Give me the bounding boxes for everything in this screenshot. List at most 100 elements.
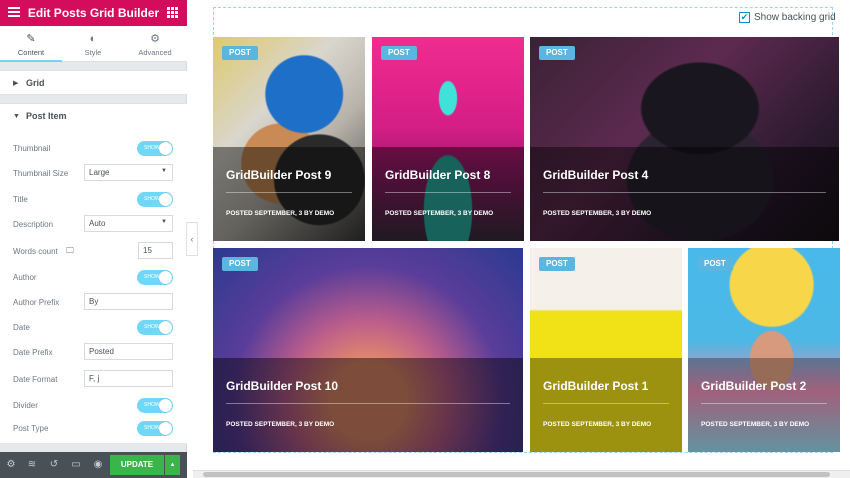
responsive-monitor-icon[interactable]: ▭ (70, 459, 82, 470)
show-backing-grid-checkbox[interactable]: ✔ (739, 12, 750, 23)
horizontal-scrollbar[interactable] (193, 470, 850, 478)
post-title[interactable]: GridBuilder Post 10 (226, 379, 338, 393)
preview-eye-icon[interactable]: ◉ (92, 459, 104, 470)
control-label: Author Prefix (13, 298, 60, 307)
post-divider (226, 192, 352, 193)
post-card[interactable]: POST GridBuilder Post 9 POSTED SEPTEMBER… (213, 37, 365, 241)
sidebar-header: Edit Posts Grid Builder (0, 0, 187, 26)
toggle-state: SHOW (144, 425, 160, 431)
tab-style-label: Style (84, 48, 102, 57)
date-format-input[interactable]: F, j (84, 370, 173, 387)
post-overlay (530, 147, 839, 241)
control-divider: Divider SHOW (0, 396, 187, 418)
tab-content[interactable]: ✎ Content (0, 26, 62, 62)
caret-down-icon: ▼ (13, 113, 20, 120)
section-post-item[interactable]: ▼ Post Item (0, 103, 187, 130)
caret-right-icon: ▶ (13, 80, 19, 87)
post-title[interactable]: GridBuilder Post 4 (543, 168, 648, 182)
section-post-item-title: Post Item (26, 111, 67, 121)
panel-footer: ⚙ ≋ ↺ ▭ ◉ UPDATE ▲ (0, 452, 187, 478)
contrast-icon: ◐ (89, 33, 97, 45)
tab-style[interactable]: ◐ Style (62, 26, 124, 62)
control-label: Title (13, 195, 28, 204)
panel-tabs: ✎ Content ◐ Style ⚙ Advanced (0, 26, 187, 62)
update-button[interactable]: UPDATE (110, 455, 164, 475)
post-type-toggle[interactable]: SHOW (137, 421, 173, 436)
tab-advanced[interactable]: ⚙ Advanced (124, 26, 186, 62)
control-date-prefix: Date Prefix Posted (0, 343, 187, 365)
control-label: Divider (13, 401, 38, 410)
post-card[interactable]: POST GridBuilder Post 1 POSTED SEPTEMBER… (530, 248, 682, 452)
post-overlay (213, 358, 523, 452)
tab-advanced-label: Advanced (138, 48, 172, 57)
author-prefix-input[interactable]: By (84, 293, 173, 310)
post-divider (226, 403, 510, 404)
post-title[interactable]: GridBuilder Post 2 (701, 379, 806, 393)
control-words-count: Words count 🖵 15 (0, 242, 187, 264)
post-card[interactable]: POST GridBuilder Post 4 POSTED SEPTEMBER… (530, 37, 839, 241)
post-badge[interactable]: POST (697, 257, 733, 271)
post-item-controls: Thumbnail SHOW Thumbnail Size Large ▼ Tit… (0, 130, 187, 443)
editor-app: Edit Posts Grid Builder ✎ Content ◐ Styl… (0, 0, 850, 478)
widgets-grid-icon[interactable] (167, 7, 178, 18)
post-overlay (213, 147, 365, 241)
monitor-icon[interactable]: 🖵 (66, 246, 74, 256)
post-overlay (688, 358, 840, 452)
show-backing-grid-label[interactable]: Show backing grid (754, 12, 836, 23)
date-toggle[interactable]: SHOW (137, 320, 173, 335)
control-label: Words count (13, 247, 58, 256)
layers-icon[interactable]: ≋ (26, 459, 38, 470)
select-arrow-icon: ▼ (161, 219, 167, 225)
thumbnail-toggle[interactable]: SHOW (137, 141, 173, 156)
gear-icon: ⚙ (150, 33, 160, 45)
update-options-caret-icon[interactable]: ▲ (165, 455, 180, 475)
post-card[interactable]: POST GridBuilder Post 10 POSTED SEPTEMBE… (213, 248, 523, 452)
post-meta: POSTED SEPTEMBER, 3 BY DEMO (701, 421, 810, 428)
select-arrow-icon: ▼ (161, 168, 167, 174)
toggle-state: SHOW (144, 324, 160, 330)
post-divider (385, 192, 511, 193)
post-badge[interactable]: POST (539, 257, 575, 271)
divider-toggle[interactable]: SHOW (137, 398, 173, 413)
date-prefix-input[interactable]: Posted (84, 343, 173, 360)
history-icon[interactable]: ↺ (48, 459, 60, 470)
thumbnail-size-select[interactable]: Large ▼ (84, 164, 173, 181)
post-divider (543, 403, 669, 404)
post-card[interactable]: POST GridBuilder Post 8 POSTED SEPTEMBER… (372, 37, 524, 241)
tab-content-label: Content (17, 48, 45, 57)
pencil-icon: ✎ (26, 33, 36, 45)
title-toggle[interactable]: SHOW (137, 192, 173, 207)
post-badge[interactable]: POST (222, 257, 258, 271)
control-label: Thumbnail (13, 144, 51, 153)
post-badge[interactable]: POST (381, 46, 417, 60)
scrollbar-thumb[interactable] (203, 472, 830, 477)
control-date: Date SHOW (0, 318, 187, 340)
control-label: Date Prefix (13, 348, 53, 357)
post-overlay (372, 147, 524, 241)
control-label: Description (13, 220, 54, 229)
collapse-panel-chevron-icon[interactable]: ‹ (186, 222, 198, 256)
description-select[interactable]: Auto ▼ (84, 215, 173, 232)
panel-title: Edit Posts Grid Builder (27, 6, 160, 20)
post-title[interactable]: GridBuilder Post 1 (543, 379, 648, 393)
author-toggle[interactable]: SHOW (137, 270, 173, 285)
post-badge[interactable]: POST (222, 46, 258, 60)
editor-sidebar: Edit Posts Grid Builder ✎ Content ◐ Styl… (0, 0, 187, 478)
control-label: Thumbnail Size (13, 169, 69, 178)
select-value: Large (89, 168, 110, 177)
toggle-state: SHOW (144, 145, 160, 151)
post-title[interactable]: GridBuilder Post 9 (226, 168, 331, 182)
post-card[interactable]: POST GridBuilder Post 2 POSTED SEPTEMBER… (688, 248, 840, 452)
words-count-input[interactable]: 15 (138, 242, 173, 259)
control-thumbnail-size: Thumbnail Size Large ▼ (0, 164, 187, 186)
post-overlay (530, 358, 682, 452)
settings-gear-icon[interactable]: ⚙ (5, 459, 17, 470)
post-meta: POSTED SEPTEMBER, 3 BY DEMO (226, 210, 335, 217)
post-badge[interactable]: POST (539, 46, 575, 60)
post-meta: POSTED SEPTEMBER, 3 BY DEMO (543, 210, 652, 217)
post-title[interactable]: GridBuilder Post 8 (385, 168, 490, 182)
post-meta: POSTED SEPTEMBER, 3 BY DEMO (226, 421, 335, 428)
section-grid[interactable]: ▶ Grid (0, 70, 187, 95)
control-title: Title SHOW (0, 190, 187, 212)
control-label: Date (13, 323, 30, 332)
